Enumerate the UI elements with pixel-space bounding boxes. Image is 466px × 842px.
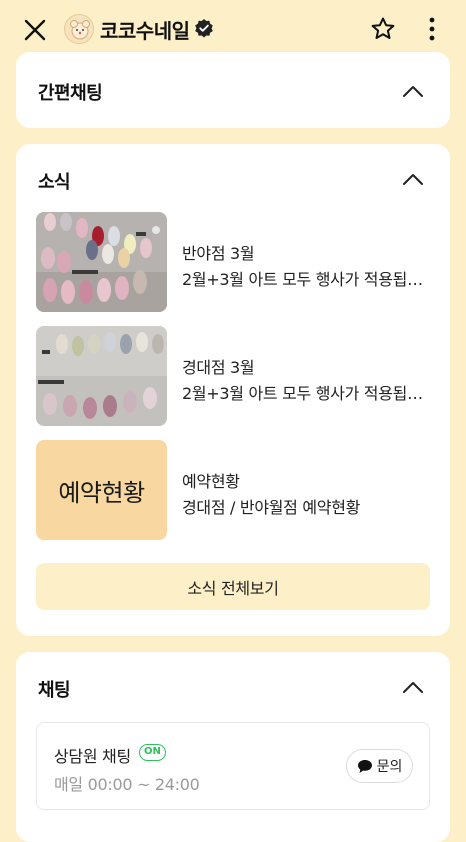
more-vertical-icon bbox=[429, 17, 435, 41]
news-item[interactable]: 경대점 3월 2월+3월 아트 모두 행사가 적용됩니다 bbox=[36, 326, 430, 426]
news-item-title: 경대점 3월 bbox=[182, 358, 255, 377]
quick-chat-card: 간편채팅 bbox=[16, 52, 450, 128]
news-thumbnail: 예약현황 bbox=[36, 440, 167, 540]
chevron-up-icon[interactable] bbox=[402, 84, 424, 98]
status-badge: ON bbox=[139, 744, 166, 761]
news-item-title: 예약현황 bbox=[182, 472, 240, 491]
chat-hours: 매일 00:00 ~ 24:00 bbox=[54, 775, 200, 794]
news-card: 소식 반야점 3월 2월+3월 아트 모두 행사가 적용됩니다 경대점 3월 2… bbox=[16, 144, 450, 636]
top-bar: 코코수네일 bbox=[0, 0, 466, 58]
news-section-title: 소식 bbox=[38, 172, 71, 193]
inquire-label: 문의 bbox=[376, 759, 403, 775]
agent-chat-box[interactable]: 상담원 채팅 ON 매일 00:00 ~ 24:00 문의 bbox=[36, 722, 430, 810]
chevron-up-icon[interactable] bbox=[402, 172, 424, 186]
news-thumbnail bbox=[36, 212, 167, 312]
agent-chat-name: 상담원 채팅 bbox=[54, 747, 131, 766]
news-item[interactable]: 반야점 3월 2월+3월 아트 모두 행사가 적용됩니다 bbox=[36, 212, 430, 312]
star-icon bbox=[371, 17, 395, 39]
store-name: 코코수네일 bbox=[100, 19, 190, 43]
news-item[interactable]: 예약현황 예약현황 경대점 / 반야월점 예약현황 bbox=[36, 440, 430, 540]
close-button[interactable] bbox=[20, 15, 50, 45]
view-all-news-button[interactable]: 소식 전체보기 bbox=[36, 563, 430, 610]
chevron-up-icon[interactable] bbox=[402, 680, 424, 694]
avatar[interactable] bbox=[64, 14, 94, 44]
chat-section-title: 채팅 bbox=[38, 680, 71, 701]
speech-bubble-icon bbox=[357, 759, 372, 773]
thumbnail-text: 예약현황 bbox=[58, 478, 145, 507]
verified-badge-icon bbox=[195, 19, 213, 38]
quick-chat-title: 간편채팅 bbox=[38, 83, 103, 104]
favorite-button[interactable] bbox=[368, 14, 398, 44]
news-item-description: 2월+3월 아트 모두 행사가 적용됩니다 bbox=[182, 270, 430, 289]
inquire-button[interactable]: 문의 bbox=[346, 749, 413, 783]
news-item-description: 경대점 / 반야월점 예약현황 bbox=[182, 498, 361, 517]
more-menu-button[interactable] bbox=[418, 14, 446, 44]
news-item-title: 반야점 3월 bbox=[182, 244, 255, 263]
close-icon bbox=[24, 19, 46, 41]
news-item-description: 2월+3월 아트 모두 행사가 적용됩니다 bbox=[182, 384, 430, 403]
news-thumbnail bbox=[36, 326, 167, 426]
chat-card: 채팅 상담원 채팅 ON 매일 00:00 ~ 24:00 문의 bbox=[16, 652, 450, 842]
